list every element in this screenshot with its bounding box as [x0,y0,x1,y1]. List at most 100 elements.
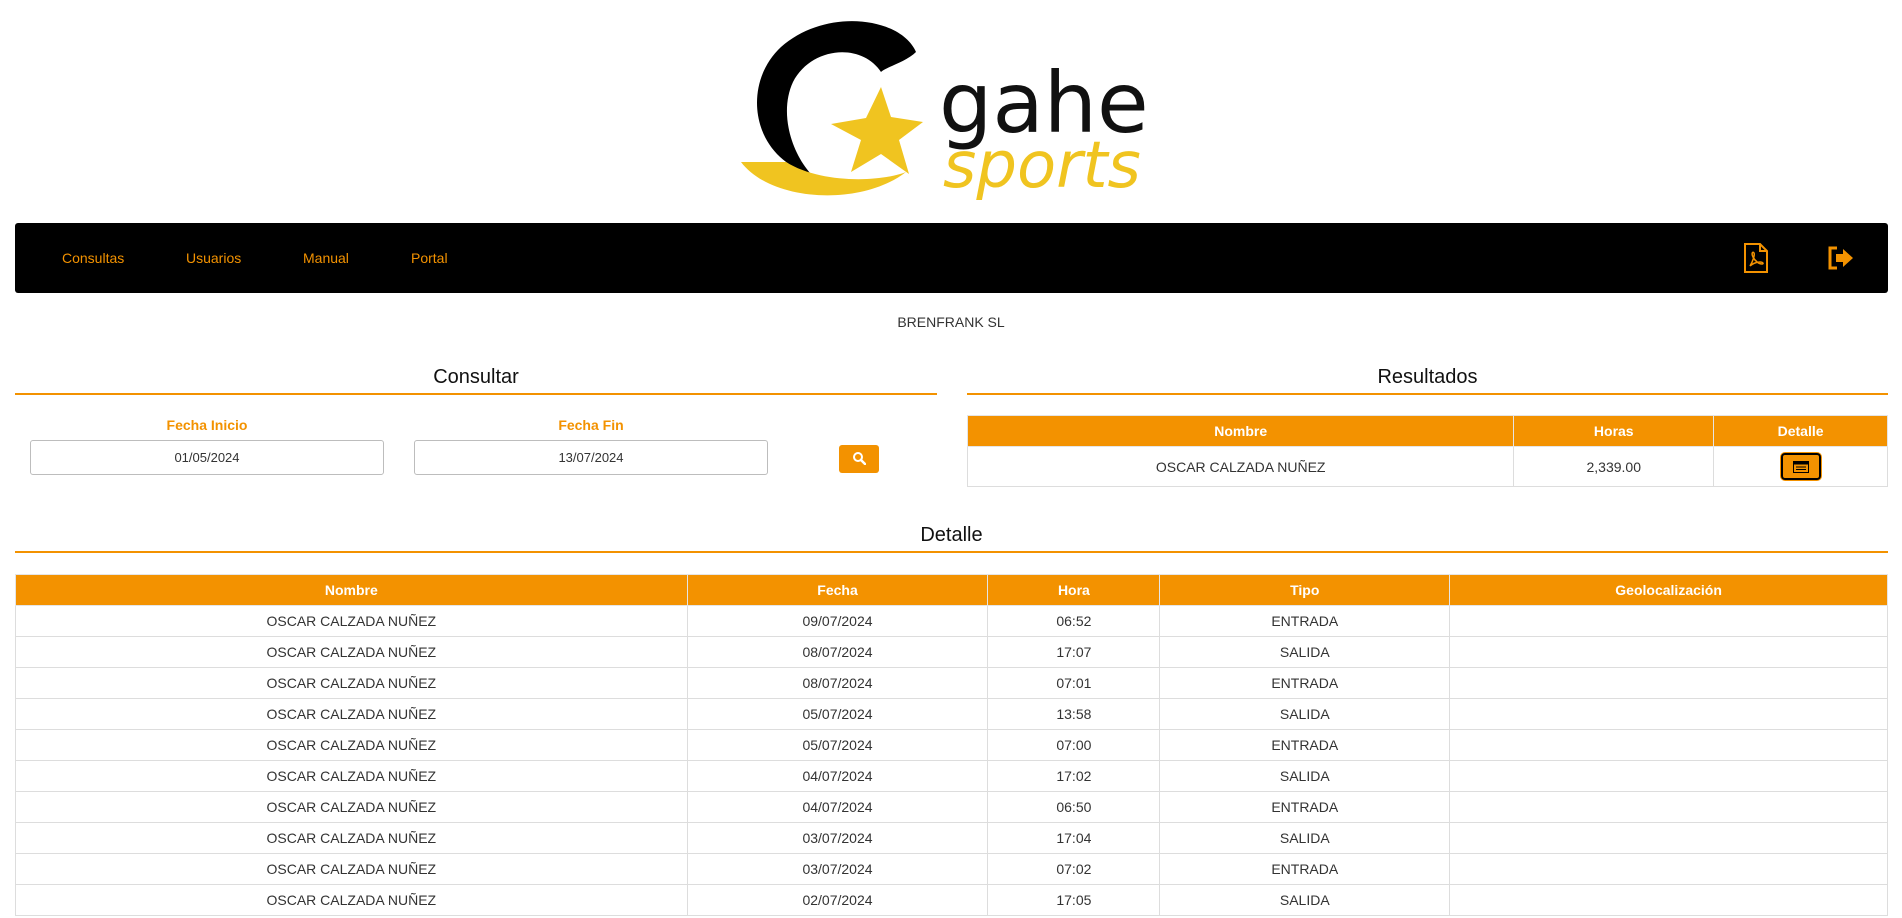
cell-fecha: 05/07/2024 [686,729,989,761]
cell-nombre: OSCAR CALZADA NUÑEZ [15,605,688,637]
nav-item-manual[interactable]: Manual [303,223,349,293]
cell-fecha: 09/07/2024 [686,605,989,637]
results-cell-detalle [1713,446,1888,487]
cell-tipo: ENTRADA [1159,729,1451,761]
cell-geolocalizacion [1449,605,1888,637]
gahe-sports-logo: gahe sports [741,21,1149,202]
cell-tipo: SALIDA [1159,636,1451,668]
nav-item-consultas[interactable]: Consultas [62,223,124,293]
cell-hora: 17:07 [987,636,1161,668]
results-cell-nombre: OSCAR CALZADA NUÑEZ [966,446,1515,487]
table-row: OSCAR CALZADA NUÑEZ 04/07/2024 06:50 ENTRAD… [15,791,1888,823]
cell-tipo: ENTRADA [1159,605,1451,637]
consultar-divider [15,393,937,395]
detail-table: Nombre Fecha Hora Tipo Geolocalización O… [15,574,1888,916]
list-icon [1792,460,1809,473]
cell-fecha: 04/07/2024 [686,791,989,823]
start-date-input[interactable] [30,440,384,475]
cell-hora: 17:02 [987,760,1161,792]
logout-icon[interactable] [1823,240,1859,276]
table-row: OSCAR CALZADA NUÑEZ 08/07/2024 07:01 ENTRAD… [15,667,1888,699]
cell-geolocalizacion [1449,853,1888,885]
end-date-input[interactable] [414,440,768,475]
end-date-label: Fecha Fin [558,417,624,433]
results-table: Nombre Horas Detalle OSCAR CALZADA NUÑEZ… [966,415,1888,487]
cell-fecha: 05/07/2024 [686,698,989,730]
resultados-title: Resultados [1377,366,1478,388]
cell-tipo: SALIDA [1159,760,1451,792]
cell-nombre: OSCAR CALZADA NUÑEZ [15,853,688,885]
detail-table-body: OSCAR CALZADA NUÑEZ 09/07/2024 06:52 ENTRAD… [15,605,1888,916]
table-row: OSCAR CALZADA NUÑEZ 03/07/2024 17:04 SALIDA [15,822,1888,854]
table-row: OSCAR CALZADA NUÑEZ 03/07/2024 07:02 ENTRAD… [15,853,1888,885]
cell-fecha: 03/07/2024 [686,853,989,885]
cell-nombre: OSCAR CALZADA NUÑEZ [15,698,688,730]
consultar-title: Consultar [433,366,519,388]
cell-nombre: OSCAR CALZADA NUÑEZ [15,884,688,916]
cell-hora: 13:58 [987,698,1161,730]
cell-tipo: SALIDA [1159,884,1451,916]
cell-geolocalizacion [1449,698,1888,730]
detail-header-tipo: Tipo [1159,574,1451,606]
cell-fecha: 04/07/2024 [686,760,989,792]
cell-geolocalizacion [1449,884,1888,916]
table-row: OSCAR CALZADA NUÑEZ 04/07/2024 17:02 SALIDA [15,760,1888,792]
results-row: OSCAR CALZADA NUÑEZ 2,339.00 [966,446,1888,487]
results-header-horas: Horas [1513,415,1715,447]
cell-tipo: SALIDA [1159,698,1451,730]
cell-geolocalizacion [1449,791,1888,823]
detail-button[interactable] [1780,453,1821,480]
cell-nombre: OSCAR CALZADA NUÑEZ [15,667,688,699]
detail-header-row: Nombre Fecha Hora Tipo Geolocalización [15,574,1888,606]
table-row: OSCAR CALZADA NUÑEZ 05/07/2024 13:58 SALIDA [15,698,1888,730]
results-header-detalle: Detalle [1713,415,1888,447]
cell-geolocalizacion [1449,729,1888,761]
nav-item-portal[interactable]: Portal [411,223,448,293]
cell-geolocalizacion [1449,760,1888,792]
results-cell-horas: 2,339.00 [1513,446,1715,487]
cell-hora: 06:52 [987,605,1161,637]
detalle-divider [15,551,1888,553]
cell-nombre: OSCAR CALZADA NUÑEZ [15,636,688,668]
table-row: OSCAR CALZADA NUÑEZ 08/07/2024 17:07 SALIDA [15,636,1888,668]
cell-hora: 17:04 [987,822,1161,854]
nav-item-usuarios[interactable]: Usuarios [186,223,241,293]
search-icon [852,451,867,468]
table-row: OSCAR CALZADA NUÑEZ 02/07/2024 17:05 SALIDA [15,884,1888,916]
cell-geolocalizacion [1449,667,1888,699]
resultados-divider [967,393,1888,395]
cell-hora: 17:05 [987,884,1161,916]
pdf-icon[interactable] [1738,240,1774,276]
cell-geolocalizacion [1449,636,1888,668]
detail-header-fecha: Fecha [686,574,989,606]
cell-nombre: OSCAR CALZADA NUÑEZ [15,822,688,854]
cell-fecha: 02/07/2024 [686,884,989,916]
cell-nombre: OSCAR CALZADA NUÑEZ [15,729,688,761]
cell-fecha: 03/07/2024 [686,822,989,854]
detail-header-hora: Hora [987,574,1161,606]
start-date-label: Fecha Inicio [166,417,248,433]
table-row: OSCAR CALZADA NUÑEZ 09/07/2024 06:52 ENTRAD… [15,605,1888,637]
cell-hora: 07:00 [987,729,1161,761]
cell-nombre: OSCAR CALZADA NUÑEZ [15,760,688,792]
table-row: OSCAR CALZADA NUÑEZ 05/07/2024 07:00 ENTRAD… [15,729,1888,761]
logo-text-sports: sports [943,129,1141,202]
cell-tipo: SALIDA [1159,822,1451,854]
cell-fecha: 08/07/2024 [686,667,989,699]
cell-nombre: OSCAR CALZADA NUÑEZ [15,791,688,823]
results-header-row: Nombre Horas Detalle [966,415,1888,447]
main-navbar: Consultas Usuarios Manual Portal [15,223,1888,293]
logo-area: gahe sports [0,0,1902,210]
cell-hora: 07:02 [987,853,1161,885]
cell-geolocalizacion [1449,822,1888,854]
detail-header-nombre: Nombre [15,574,688,606]
cell-tipo: ENTRADA [1159,667,1451,699]
cell-tipo: ENTRADA [1159,853,1451,885]
results-header-nombre: Nombre [966,415,1515,447]
cell-fecha: 08/07/2024 [686,636,989,668]
cell-hora: 06:50 [987,791,1161,823]
cell-tipo: ENTRADA [1159,791,1451,823]
search-button[interactable] [839,445,879,473]
detalle-title: Detalle [920,524,983,546]
cell-hora: 07:01 [987,667,1161,699]
